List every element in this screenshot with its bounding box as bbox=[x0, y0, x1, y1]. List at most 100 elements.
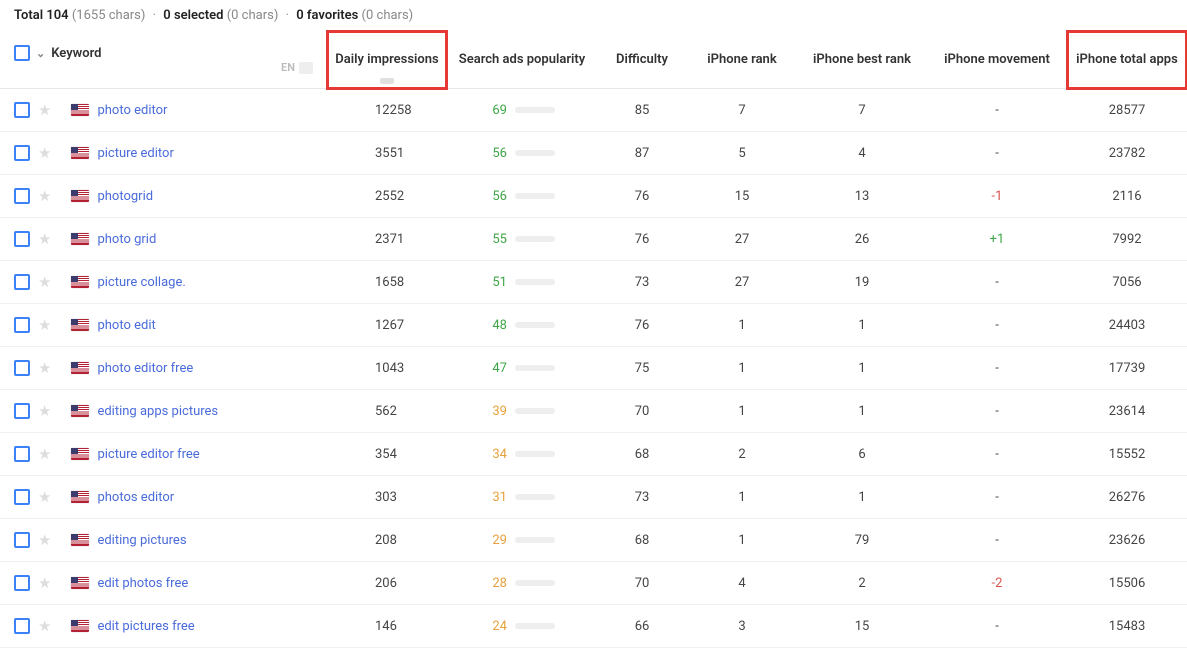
keyword-header-label: Keyword bbox=[51, 46, 101, 61]
popularity-bar bbox=[515, 580, 555, 586]
keyword-link[interactable]: picture collage. bbox=[97, 275, 185, 290]
iphone-best-cell: 7 bbox=[797, 89, 927, 132]
col-difficulty[interactable]: Difficulty bbox=[597, 31, 687, 89]
row-checkbox[interactable] bbox=[14, 446, 30, 462]
search-ads-cell: 69 bbox=[447, 89, 597, 132]
difficulty-cell: 76 bbox=[597, 175, 687, 218]
favorite-star-icon[interactable]: ★ bbox=[38, 359, 51, 377]
iphone-rank-cell: 7 bbox=[687, 89, 797, 132]
favorite-star-icon[interactable]: ★ bbox=[38, 531, 51, 549]
iphone-movement-cell: - bbox=[927, 605, 1067, 648]
favorite-star-icon[interactable]: ★ bbox=[38, 488, 51, 506]
iphone-total-cell: 7056 bbox=[1067, 261, 1187, 304]
keyword-link[interactable]: photo grid bbox=[97, 232, 156, 247]
col-keyword[interactable]: ⌄ Keyword EN bbox=[0, 31, 327, 89]
keyword-link[interactable]: photo editor bbox=[97, 103, 167, 118]
keyword-link[interactable]: photo editor free bbox=[97, 361, 193, 376]
row-checkbox[interactable] bbox=[14, 188, 30, 204]
col-daily-impressions[interactable]: Daily impressions bbox=[327, 31, 447, 89]
search-ads-cell: 55 bbox=[447, 218, 597, 261]
popularity-bar bbox=[515, 451, 555, 457]
favorite-star-icon[interactable]: ★ bbox=[38, 144, 51, 162]
iphone-movement-cell: -2 bbox=[927, 562, 1067, 605]
row-checkbox[interactable] bbox=[14, 618, 30, 634]
iphone-total-cell: 23626 bbox=[1067, 519, 1187, 562]
iphone-best-cell: 1 bbox=[797, 390, 927, 433]
daily-impressions-cell: 208 bbox=[327, 519, 447, 562]
lang-badge[interactable]: EN bbox=[281, 61, 313, 74]
us-flag-icon bbox=[71, 104, 89, 116]
keyword-link[interactable]: picture editor bbox=[97, 146, 173, 161]
keyword-cell: edit photos free bbox=[57, 562, 327, 605]
favorite-star-icon[interactable]: ★ bbox=[38, 273, 51, 291]
iphone-best-cell: 19 bbox=[797, 261, 927, 304]
keyword-cell: photo edit bbox=[57, 304, 327, 347]
favorite-star-icon[interactable]: ★ bbox=[38, 402, 51, 420]
select-all-checkbox[interactable] bbox=[14, 45, 30, 61]
daily-impressions-cell: 562 bbox=[327, 390, 447, 433]
favorite-star-icon[interactable]: ★ bbox=[38, 574, 51, 592]
iphone-total-cell: 28577 bbox=[1067, 89, 1187, 132]
favorite-star-icon[interactable]: ★ bbox=[38, 187, 51, 205]
row-controls: ★ bbox=[0, 347, 57, 390]
iphone-movement-cell: - bbox=[927, 132, 1067, 175]
iphone-best-cell: 13 bbox=[797, 175, 927, 218]
popularity-bar bbox=[515, 537, 555, 543]
row-controls: ★ bbox=[0, 304, 57, 347]
keyword-link[interactable]: edit pictures free bbox=[97, 619, 194, 634]
search-ads-cell: 24 bbox=[447, 605, 597, 648]
table-row: ★photo edit1267487611-24403 bbox=[0, 304, 1187, 347]
col-iphone-total-apps[interactable]: iPhone total apps bbox=[1067, 31, 1187, 89]
table-row: ★photo editor free1043477511-17739 bbox=[0, 347, 1187, 390]
iphone-total-cell: 15483 bbox=[1067, 605, 1187, 648]
row-checkbox[interactable] bbox=[14, 231, 30, 247]
row-controls: ★ bbox=[0, 476, 57, 519]
popularity-value: 34 bbox=[489, 447, 507, 462]
col-search-ads-popularity[interactable]: Search ads popularity bbox=[447, 31, 597, 89]
row-checkbox[interactable] bbox=[14, 575, 30, 591]
col-iphone-rank[interactable]: iPhone rank bbox=[687, 31, 797, 89]
iphone-movement-cell: - bbox=[927, 261, 1067, 304]
keyword-link[interactable]: photo edit bbox=[97, 318, 155, 333]
us-flag-icon bbox=[71, 147, 89, 159]
row-checkbox[interactable] bbox=[14, 489, 30, 505]
row-checkbox[interactable] bbox=[14, 317, 30, 333]
keyword-link[interactable]: edit photos free bbox=[97, 576, 188, 591]
col-iphone-movement[interactable]: iPhone movement bbox=[927, 31, 1067, 89]
row-checkbox[interactable] bbox=[14, 145, 30, 161]
favorite-star-icon[interactable]: ★ bbox=[38, 316, 51, 334]
table-row: ★photogrid255256761513-12116 bbox=[0, 175, 1187, 218]
row-checkbox[interactable] bbox=[14, 102, 30, 118]
favorite-star-icon[interactable]: ★ bbox=[38, 617, 51, 635]
row-checkbox[interactable] bbox=[14, 360, 30, 376]
iphone-movement-cell: - bbox=[927, 519, 1067, 562]
popularity-value: 31 bbox=[489, 490, 507, 505]
popularity-bar bbox=[515, 322, 555, 328]
keyword-cell: photogrid bbox=[57, 175, 327, 218]
keywords-table: ⌄ Keyword EN Daily impressions Search ad… bbox=[0, 31, 1187, 648]
keyword-link[interactable]: photogrid bbox=[97, 189, 153, 204]
row-checkbox[interactable] bbox=[14, 274, 30, 290]
table-row: ★editing apps pictures562397011-23614 bbox=[0, 390, 1187, 433]
favorite-star-icon[interactable]: ★ bbox=[38, 230, 51, 248]
row-checkbox[interactable] bbox=[14, 532, 30, 548]
keyword-link[interactable]: editing pictures bbox=[97, 533, 186, 548]
iphone-total-cell: 2116 bbox=[1067, 175, 1187, 218]
table-row: ★picture editor free354346826-15552 bbox=[0, 433, 1187, 476]
daily-impressions-cell: 354 bbox=[327, 433, 447, 476]
popularity-value: 39 bbox=[489, 404, 507, 419]
us-flag-icon bbox=[71, 620, 89, 632]
row-checkbox[interactable] bbox=[14, 403, 30, 419]
keyword-link[interactable]: picture editor free bbox=[97, 447, 199, 462]
iphone-rank-cell: 5 bbox=[687, 132, 797, 175]
us-flag-icon bbox=[71, 448, 89, 460]
favorite-star-icon[interactable]: ★ bbox=[38, 445, 51, 463]
chevron-down-icon[interactable]: ⌄ bbox=[36, 47, 45, 60]
favorite-star-icon[interactable]: ★ bbox=[38, 101, 51, 119]
difficulty-cell: 76 bbox=[597, 218, 687, 261]
iphone-total-cell: 17739 bbox=[1067, 347, 1187, 390]
keyword-link[interactable]: editing apps pictures bbox=[97, 404, 218, 419]
col-iphone-best-rank[interactable]: iPhone best rank bbox=[797, 31, 927, 89]
table-row: ★photo editor12258698577-28577 bbox=[0, 89, 1187, 132]
keyword-link[interactable]: photos editor bbox=[97, 490, 174, 505]
